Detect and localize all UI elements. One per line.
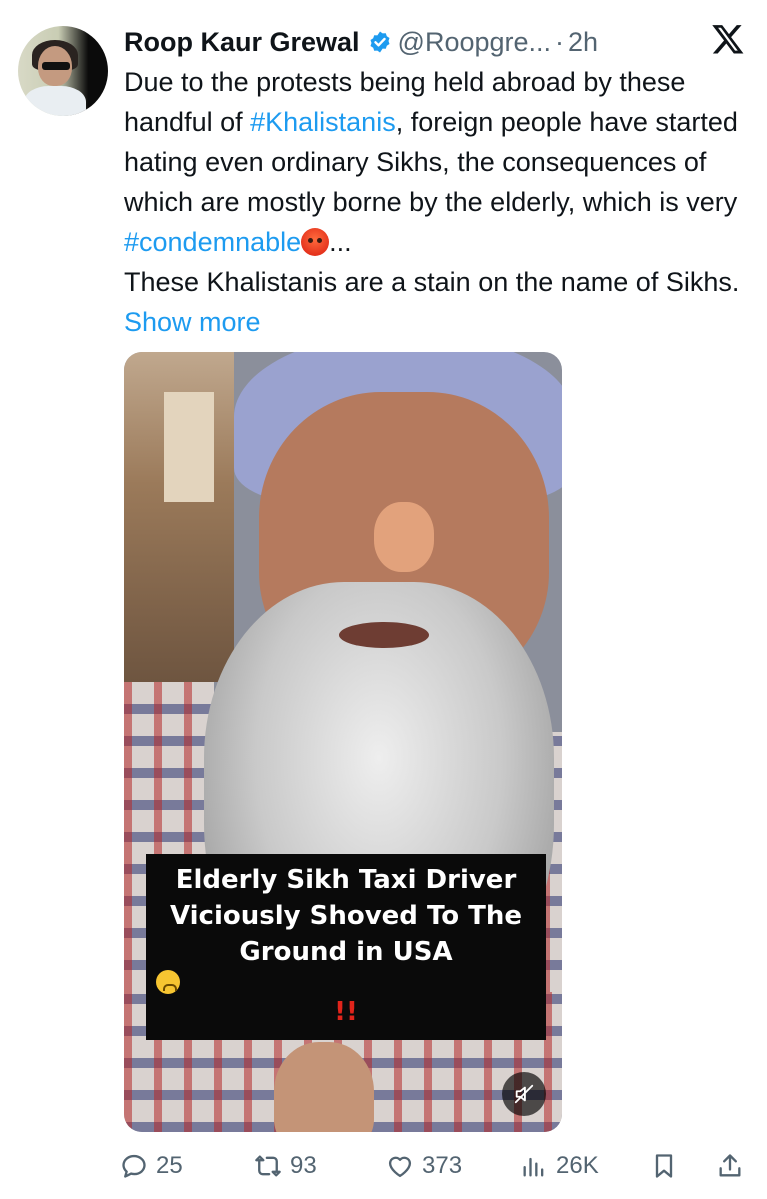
share-icon <box>719 1154 741 1177</box>
worried-face-icon <box>156 970 180 994</box>
caption-line-3: Ground in USA <box>239 937 453 967</box>
views-count: 26K <box>556 1152 599 1179</box>
author-handle[interactable]: @Roopgre... <box>398 27 551 58</box>
angry-face-icon <box>301 228 330 256</box>
show-more-link[interactable]: Show more <box>124 307 261 337</box>
author-name[interactable]: Roop Kaur Grewal <box>124 27 360 58</box>
caption-line-2: Viciously Shoved To The <box>169 901 523 931</box>
like-icon <box>388 1156 412 1178</box>
verified-badge-icon <box>370 31 390 53</box>
hashtag-condemnable[interactable]: #condemnable <box>124 227 301 257</box>
video-player[interactable]: Elderly Sikh Taxi Driver Viciously Shove… <box>124 352 562 1132</box>
avatar-body <box>24 86 86 116</box>
like-count: 373 <box>422 1152 463 1179</box>
like-button[interactable]: 373 <box>386 1146 462 1186</box>
tweet: Roop Kaur Grewal @Roopgre... · 2h Due to… <box>0 0 767 1199</box>
tweet-ellipsis: ... <box>329 227 352 257</box>
reply-button[interactable]: 25 <box>120 1146 183 1186</box>
repost-count: 93 <box>290 1152 317 1179</box>
caption-bang: !! <box>334 997 358 1027</box>
repost-button[interactable]: 93 <box>254 1146 317 1186</box>
caption-line-3-wrap: Ground in USA!! <box>156 934 536 1030</box>
x-logo[interactable] <box>711 22 745 56</box>
tweet-text: Due to the protests being held abroad by… <box>124 62 744 342</box>
repost-icon <box>255 1155 281 1177</box>
action-bar: 25 93 373 26K <box>120 1146 750 1186</box>
mute-button[interactable] <box>502 1072 546 1116</box>
tweet-header: Roop Kaur Grewal @Roopgre... · 2h <box>124 24 747 60</box>
tweet-text-part-3: These Khalistanis are a stain on the nam… <box>124 267 740 297</box>
bookmark-button[interactable] <box>650 1146 678 1186</box>
views-button[interactable]: 26K <box>520 1146 599 1186</box>
separator-dot: · <box>555 26 565 57</box>
video-nose <box>374 502 434 572</box>
bookmark-icon <box>655 1154 673 1178</box>
reply-count: 25 <box>156 1152 183 1179</box>
hashtag-khalistanis[interactable]: #Khalistanis <box>250 107 396 137</box>
timestamp[interactable]: 2h <box>568 27 598 58</box>
share-button[interactable] <box>716 1146 744 1186</box>
reply-icon <box>122 1154 146 1178</box>
caption-line-1: Elderly Sikh Taxi Driver <box>175 865 517 895</box>
video-background-window <box>164 392 214 502</box>
video-caption: Elderly Sikh Taxi Driver Viciously Shove… <box>146 854 546 1040</box>
video-mouth <box>339 622 429 648</box>
video-background <box>124 352 234 682</box>
avatar[interactable] <box>18 26 108 116</box>
mute-icon <box>514 1084 534 1104</box>
views-icon <box>523 1157 544 1177</box>
avatar-sunglasses <box>42 62 70 70</box>
video-thumb <box>274 1042 374 1132</box>
